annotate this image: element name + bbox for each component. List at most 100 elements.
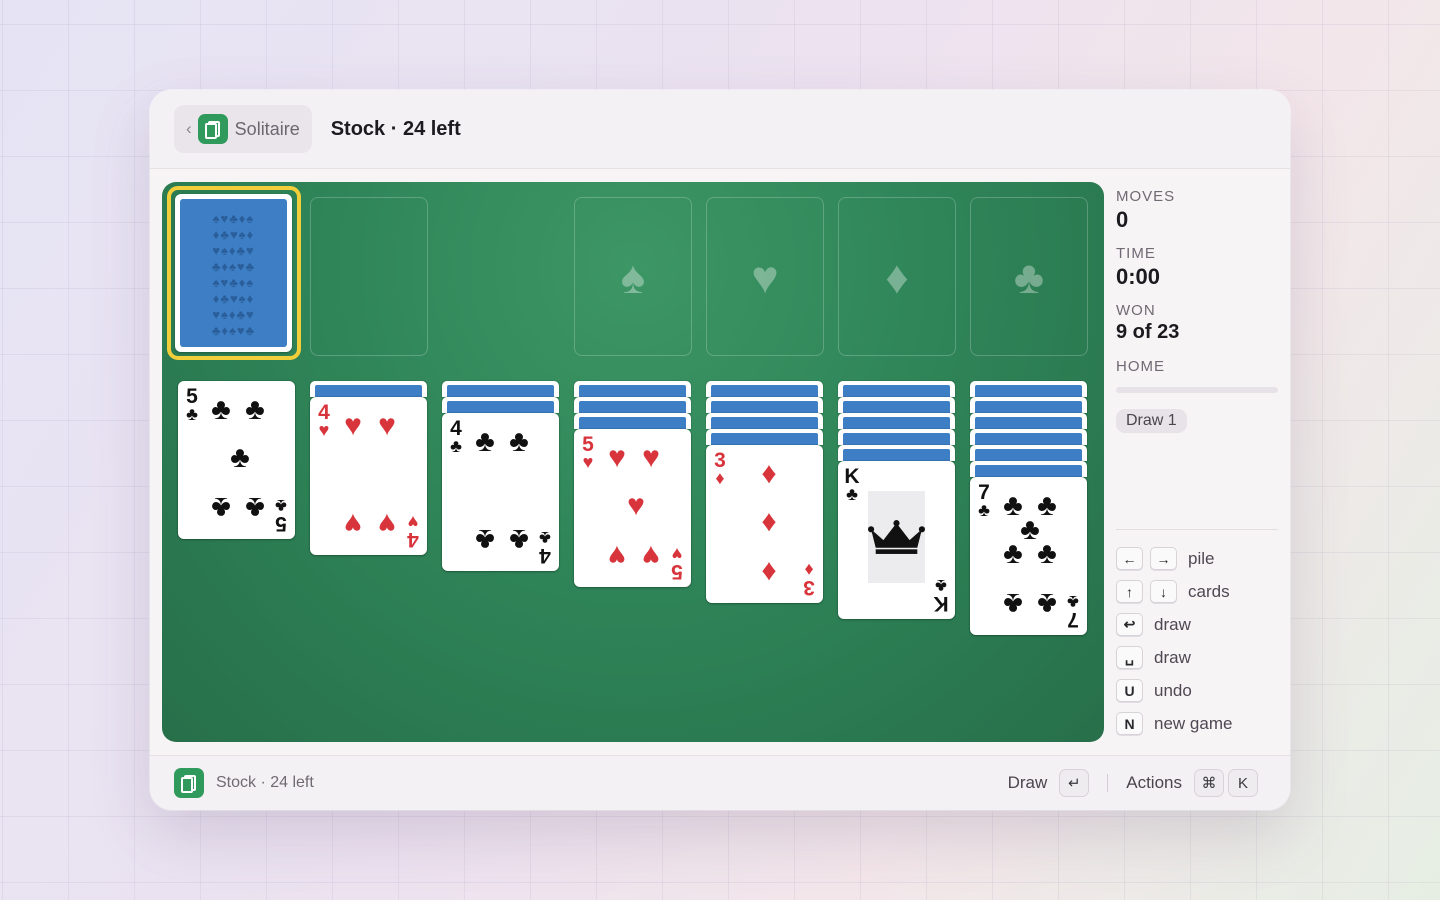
card-suit-icon: ♣ (275, 496, 287, 516)
actions-button[interactable]: Actions (1126, 773, 1182, 793)
face-down-card (574, 413, 691, 429)
card-corner-index: K ♣ (843, 466, 861, 504)
tableau-card[interactable]: 4 ♣ 4 ♣ ♣ ♣ ♣ ♣ (442, 413, 559, 571)
keycap-icon: ↑ (1116, 580, 1143, 603)
face-down-card (706, 429, 823, 445)
foundation-slot-spades[interactable]: ♠ (574, 197, 692, 356)
card-suit-icon: ♥ (671, 544, 683, 564)
tableau-card[interactable]: 5 ♥ 5 ♥ ♥ ♥ ♥ ♥ ♥ (574, 429, 691, 587)
card-suit-icon: ♣ (186, 404, 198, 424)
shortcut-row: ← → pile (1116, 542, 1278, 575)
face-down-card (574, 397, 691, 413)
card-pip-icon: ♣ (1037, 537, 1057, 570)
foundation-slot-hearts[interactable]: ♥ (706, 197, 824, 356)
card-pip-icon: ♣ (245, 491, 265, 524)
home-progress-bar (1116, 387, 1278, 393)
shortcut-label: undo (1154, 680, 1192, 700)
tableau-card[interactable]: 3 ♦ 3 ♦ ♦ ♦ ♦ (706, 445, 823, 603)
draw-mode-badge[interactable]: Draw 1 (1116, 409, 1187, 433)
card-corner-index: 4 ♥ (315, 402, 333, 440)
shortcut-label: new game (1154, 713, 1233, 733)
face-down-card (838, 429, 955, 445)
card-rank: 5 (275, 512, 287, 535)
face-down-card (706, 381, 823, 397)
time-value: 0:00 (1116, 264, 1161, 289)
card-corner-index: 4 ♣ (447, 418, 465, 456)
card-suit-icon: ♣ (539, 528, 551, 548)
card-suit-icon: ♣ (1067, 592, 1079, 612)
card-corner-index: 7 ♣ (975, 482, 993, 520)
time-label: TIME (1116, 245, 1156, 262)
tableau-card[interactable]: 4 ♥ 4 ♥ ♥ ♥ ♥ ♥ (310, 397, 427, 555)
card-pip-icon: ♥ (608, 441, 626, 474)
tableau-card[interactable]: 5 ♣ 5 ♣ ♣ ♣ ♣ ♣ ♣ (178, 381, 295, 539)
keycap-icon: ↓ (1150, 580, 1177, 603)
card-corner-index: 5 ♥ (668, 544, 686, 583)
card-pip-icon: ♦ (761, 554, 777, 587)
shortcut-list: ← → pile ↑ ↓ cards ↩ draw ␣ draw Uundo Nnew game (1116, 542, 1278, 740)
solitaire-app-icon (197, 114, 228, 144)
home-label: HOME (1116, 358, 1165, 375)
shortcut-row: Uundo (1116, 674, 1278, 707)
sidebar: MOVES 0 TIME 0:00 WON 9 of 23 HOME Draw … (1116, 182, 1278, 740)
shortcut-label: draw (1154, 614, 1191, 634)
card-corner-index: 4 ♥ (404, 512, 422, 551)
tableau-card[interactable]: 7 ♣ 7 ♣ ♣ ♣ ♣ ♣ ♣ ♣ ♣ (970, 477, 1087, 635)
stock-pile[interactable]: ♠♥♣♦♠ ♦♣♥♠♦ ♥♠♦♣♥ ♣♦♠♥♣ ♠♥♣♦♠ ♦♣♥♠♦ ♥♠♦♣♥ ♣♦♠♥♣ (175, 194, 292, 352)
card-pip-icon: ♣ (475, 425, 495, 458)
face-down-card (442, 381, 559, 397)
footer-bar: Stock · 24 left Draw ↵ Actions ⌘ K (150, 755, 1290, 810)
keycap-icon: ␣ (1116, 646, 1143, 669)
keycap-icon: U (1116, 679, 1143, 702)
card-pip-icon: ♣ (1003, 537, 1023, 570)
command-key-icon: ⌘ (1194, 769, 1224, 797)
card-corner-index: 3 ♦ (711, 450, 729, 488)
face-down-card (706, 413, 823, 429)
solitaire-app-icon (174, 768, 204, 798)
chevron-left-icon: ‹ (186, 119, 192, 138)
shortcut-row: ↩ draw (1116, 608, 1278, 641)
card-rank: 4 (407, 528, 419, 551)
waste-pile-slot[interactable] (310, 197, 428, 356)
shortcut-label: draw (1154, 647, 1191, 667)
game-board: ♠♥♣♦♠ ♦♣♥♠♦ ♥♠♦♣♥ ♣♦♠♥♣ ♠♥♣♦♠ ♦♣♥♠♦ ♥♠♦♣♥ ♣♦♠♥♣… (162, 182, 1104, 742)
card-pip-icon: ♣ (509, 425, 529, 458)
card-pip-icon: ♥ (642, 539, 660, 572)
card-pip-icon: ♥ (627, 489, 645, 522)
card-pip-icon: ♦ (761, 457, 777, 490)
card-pip-icon: ♥ (344, 409, 362, 442)
keycap-icon: ← (1116, 547, 1143, 570)
foundation-slot-diamonds[interactable]: ♦ (838, 197, 956, 356)
card-pip-icon: ♥ (608, 539, 626, 572)
back-button[interactable]: ‹ Solitaire (174, 105, 312, 153)
card-pip-icon: ♣ (1003, 587, 1023, 620)
spades-icon: ♠ (620, 250, 646, 303)
face-down-card (838, 413, 955, 429)
card-corner-index: 5 ♥ (579, 434, 597, 472)
card-pip-icon: ♦ (761, 505, 777, 538)
face-down-card (310, 381, 427, 397)
card-corner-index: 3 ♦ (800, 560, 818, 599)
card-pip-icon: ♣ (211, 393, 231, 426)
foundation-slot-clubs[interactable]: ♣ (970, 197, 1088, 356)
card-pip-icon: ♣ (230, 441, 250, 474)
shortcut-label: cards (1188, 581, 1230, 601)
king-face-panel (868, 491, 925, 583)
won-label: WON (1116, 302, 1156, 319)
card-rank: 5 (671, 560, 683, 583)
keycap-icon: N (1116, 712, 1143, 735)
face-down-card (970, 397, 1087, 413)
face-down-card (706, 397, 823, 413)
card-rank: 3 (803, 576, 815, 599)
diamonds-icon: ♦ (885, 250, 909, 303)
face-down-card (970, 445, 1087, 461)
crown-icon (868, 520, 925, 554)
tableau-card[interactable]: K ♣ K ♣ (838, 461, 955, 619)
app-window: ‹ Solitaire Stock · 24 left ♠♥♣♦♠ ♦♣♥♠♦ ♥♠… (150, 90, 1290, 810)
page-title: Stock · 24 left (330, 117, 461, 140)
k-key-icon: K (1228, 769, 1258, 797)
draw-action-button[interactable]: Draw (1008, 773, 1048, 793)
card-pip-icon: ♥ (378, 409, 396, 442)
card-suit-icon: ♣ (450, 436, 462, 456)
footer-separator (1107, 774, 1109, 792)
